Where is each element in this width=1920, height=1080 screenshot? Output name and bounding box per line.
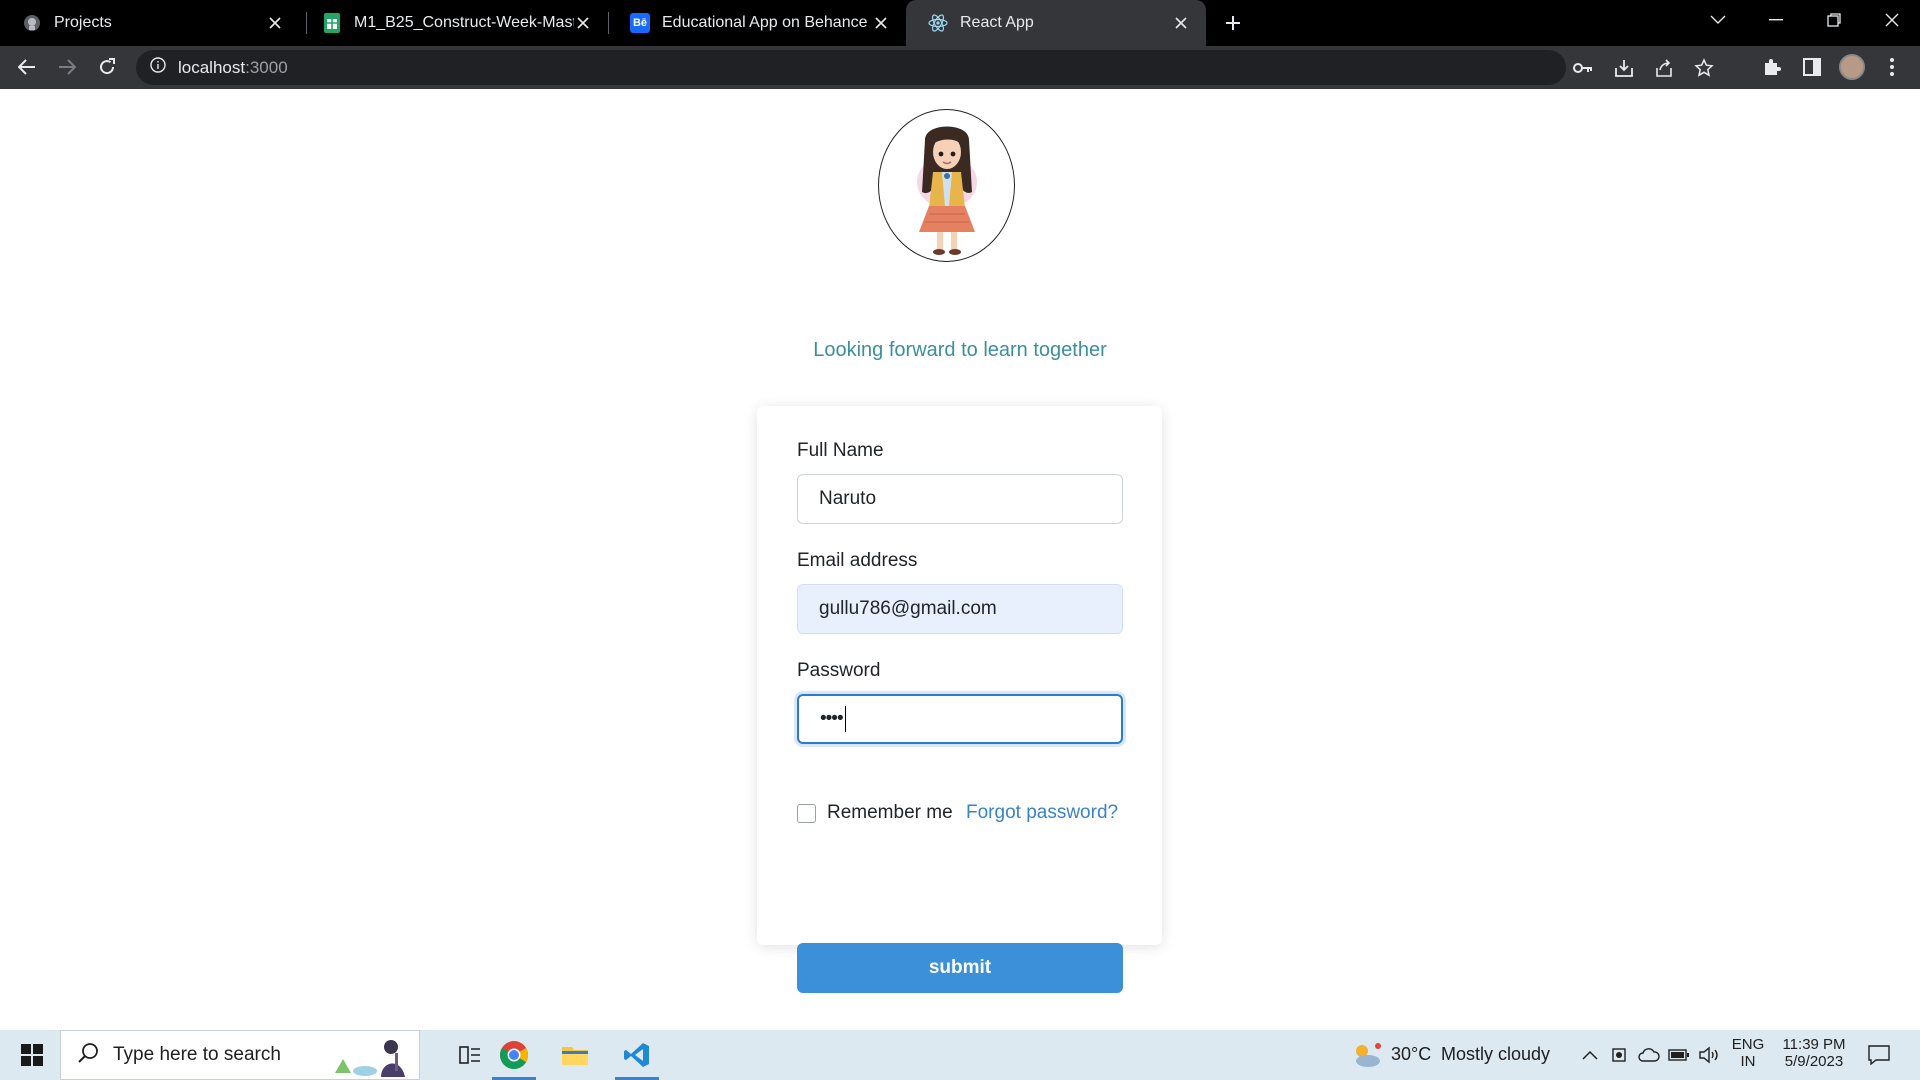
minimize-icon[interactable]: [1748, 0, 1804, 40]
remember-me-checkbox[interactable]: [797, 804, 816, 823]
extensions-icon[interactable]: [1757, 52, 1787, 82]
url-text: localhost:3000: [178, 58, 288, 78]
weather-condition[interactable]: Mostly cloudy: [1441, 1044, 1550, 1065]
taskbar-search-box[interactable]: Type here to search: [60, 1030, 420, 1080]
password-key-icon[interactable]: [1568, 53, 1598, 83]
address-bar[interactable]: localhost:3000: [136, 50, 1714, 85]
site-info-icon[interactable]: [150, 57, 166, 78]
full-name-label: Full Name: [797, 440, 884, 461]
search-placeholder: Type here to search: [113, 1044, 281, 1065]
password-field[interactable]: ••••: [797, 694, 1123, 744]
forgot-password-link[interactable]: Forgot password?: [966, 802, 1118, 824]
bookmark-star-icon[interactable]: [1689, 53, 1719, 83]
email-label: Email address: [797, 550, 918, 571]
close-tab-icon[interactable]: [1170, 12, 1192, 34]
tab-react-app[interactable]: React App: [906, 0, 1206, 46]
install-app-icon[interactable]: [1609, 53, 1639, 83]
close-window-icon[interactable]: [1864, 0, 1920, 40]
windows-taskbar: Type here to search 30°C Mostly cloudy E…: [0, 1030, 1920, 1080]
menu-kebab-icon[interactable]: [1877, 52, 1907, 82]
language-indicator[interactable]: ENG IN: [1730, 1036, 1766, 1070]
close-tab-icon[interactable]: [264, 12, 286, 34]
avatar: [878, 109, 1015, 262]
text-caret: [844, 706, 847, 732]
full-name-value: Naruto: [819, 488, 877, 509]
clock[interactable]: 11:39 PM 5/9/2023: [1774, 1036, 1854, 1070]
file-explorer-icon[interactable]: [545, 1030, 605, 1080]
volume-icon[interactable]: [1696, 1042, 1722, 1068]
chevron-up-icon[interactable]: [1577, 1042, 1603, 1068]
tab-strip: Projects M1_B25_Construct-Week-Master Bē…: [0, 0, 1920, 46]
remember-me-label: Remember me: [827, 802, 953, 823]
windows-start-icon[interactable]: [8, 1030, 56, 1080]
language-code: ENG: [1731, 1036, 1765, 1053]
tab-title: Educational App on Behance: [662, 14, 868, 31]
forward-icon[interactable]: [52, 52, 82, 82]
password-value: ••••: [820, 708, 844, 729]
full-name-field[interactable]: Naruto: [797, 474, 1123, 524]
tagline: Looking forward to learn together: [813, 339, 1107, 361]
chrome-taskbar-icon[interactable]: [484, 1030, 544, 1080]
github-icon: [22, 13, 42, 33]
email-value: gullu786@gmail.com: [819, 598, 997, 619]
weather-icon[interactable]: [1350, 1042, 1384, 1068]
url-host: localhost: [178, 57, 246, 77]
email-field[interactable]: gullu786@gmail.com: [797, 584, 1123, 634]
submit-button[interactable]: submit: [797, 943, 1123, 993]
page-content: Looking forward to learn together Full N…: [0, 89, 1920, 1030]
onedrive-cloud-icon[interactable]: [1636, 1042, 1662, 1068]
search-highlight-illustration: [335, 1040, 405, 1077]
tab-sheets[interactable]: M1_B25_Construct-Week-Master: [300, 0, 608, 46]
tab-title: M1_B25_Construct-Week-Master: [354, 14, 574, 31]
profile-avatar-image: [1839, 54, 1865, 80]
region-code: IN: [1740, 1053, 1756, 1070]
tab-title: Projects: [54, 14, 112, 31]
tab-projects[interactable]: Projects: [0, 0, 300, 46]
girl-cartoon-illustration: [917, 126, 977, 255]
clock-date: 5/9/2023: [1784, 1053, 1844, 1070]
google-sheets-icon: [322, 13, 342, 33]
close-tab-icon[interactable]: [870, 12, 892, 34]
share-icon[interactable]: [1649, 53, 1679, 83]
profile-avatar[interactable]: [1837, 52, 1867, 82]
side-panel-icon[interactable]: [1797, 52, 1827, 82]
password-label: Password: [797, 660, 881, 681]
react-icon: [928, 13, 948, 33]
behance-icon-letter: Bē: [632, 17, 648, 29]
clock-time: 11:39 PM: [1782, 1036, 1846, 1053]
notification-center-icon[interactable]: [1866, 1042, 1892, 1068]
battery-icon[interactable]: [1666, 1042, 1692, 1068]
meet-now-icon[interactable]: [1607, 1042, 1633, 1068]
signup-form-card: Full Name Naruto Email address gullu786@…: [757, 406, 1162, 993]
url-port: :3000: [245, 57, 288, 77]
close-tab-icon[interactable]: [572, 12, 594, 34]
browser-toolbar: localhost:3000: [0, 46, 1920, 89]
new-tab-button[interactable]: [1218, 8, 1248, 38]
tab-behance[interactable]: Bē Educational App on Behance: [608, 0, 906, 46]
weather-temp[interactable]: 30°C: [1391, 1044, 1431, 1065]
behance-icon: Bē: [630, 13, 650, 33]
restore-icon[interactable]: [1806, 0, 1862, 40]
tab-search-chevron-icon[interactable]: [1690, 0, 1746, 40]
search-icon: [77, 1042, 99, 1069]
reload-icon[interactable]: [92, 52, 122, 82]
tab-title: React App: [960, 14, 1034, 31]
back-icon[interactable]: [12, 52, 42, 82]
vscode-taskbar-icon[interactable]: [607, 1030, 667, 1080]
